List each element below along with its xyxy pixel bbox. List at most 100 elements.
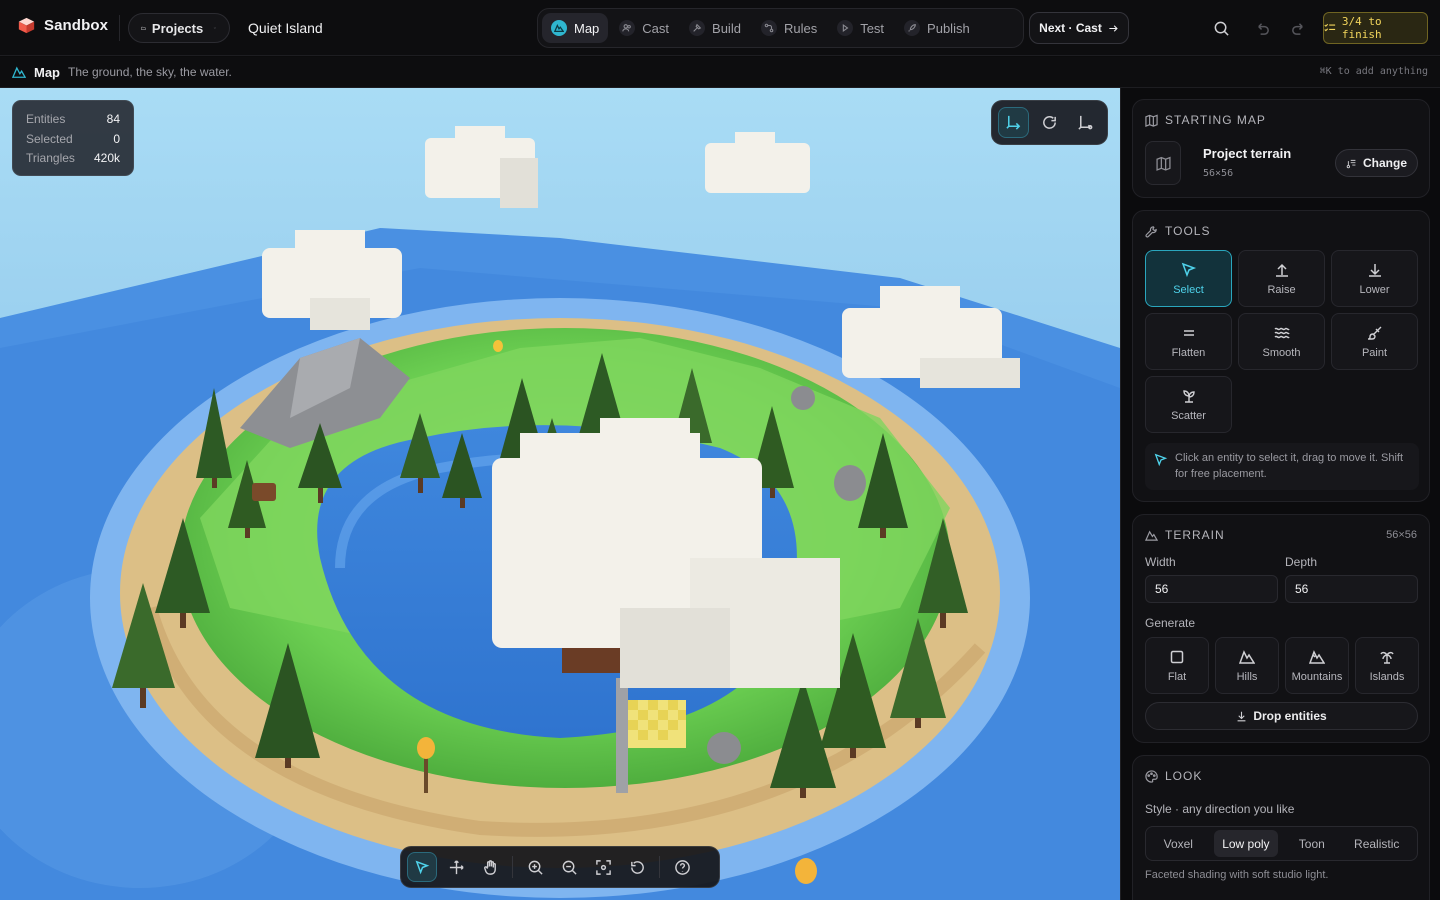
brush-icon [1367, 326, 1381, 340]
focus-button[interactable] [588, 852, 618, 882]
boulder [791, 386, 815, 410]
step-label: Test [860, 20, 885, 36]
next-step-label: Next · Cast [1039, 21, 1102, 35]
project-name[interactable]: Quiet Island [248, 20, 323, 36]
search-icon [1214, 21, 1229, 36]
swap-icon [1346, 159, 1356, 168]
tool-paint[interactable]: Paint [1331, 313, 1418, 370]
style-realistic[interactable]: Realistic [1346, 830, 1407, 857]
search-button[interactable] [1211, 18, 1231, 38]
axes-icon [1006, 115, 1021, 130]
step-rules[interactable]: Rules [752, 13, 826, 43]
equals-icon [1183, 329, 1194, 336]
zoom-out-button[interactable] [554, 852, 584, 882]
tool-smooth[interactable]: Smooth [1238, 313, 1325, 370]
pointer-icon [415, 860, 429, 874]
hammer-icon [689, 20, 706, 36]
projects-label: Projects [151, 20, 204, 36]
map-thumbnail [1145, 141, 1181, 185]
rocket-icon [904, 20, 921, 36]
folder-icon [141, 26, 146, 30]
top-bar: Sandbox Projects Quiet Island Map Cast B… [0, 0, 1440, 56]
torch-flame [417, 737, 435, 759]
step-label: Build [712, 20, 741, 36]
terrain-heading: TERRAIN [1145, 528, 1225, 542]
step-map[interactable]: Map [542, 13, 609, 43]
step-test[interactable]: Test [828, 13, 893, 43]
generate-hills[interactable]: Hills [1215, 637, 1279, 694]
tool-raise[interactable]: Raise [1238, 250, 1325, 307]
axes-alt-button[interactable] [1070, 107, 1101, 138]
style-description: Faceted shading with soft studio light. [1145, 869, 1329, 881]
drop-entities-button[interactable]: Drop entities [1145, 702, 1418, 730]
palm-icon [1380, 651, 1394, 664]
inspector-panel: STARTING MAP Project terrain 56×56 Chang… [1120, 88, 1440, 900]
generate-islands[interactable]: Islands [1355, 637, 1419, 694]
users-icon [619, 20, 636, 36]
island-scene[interactable] [0, 88, 1120, 900]
torch-flame [795, 858, 817, 884]
depth-input[interactable]: 56 [1285, 575, 1418, 603]
step-cast[interactable]: Cast [610, 13, 678, 43]
chevron-down-icon [214, 27, 217, 29]
tool-scatter[interactable]: Scatter [1145, 376, 1232, 433]
axes-button[interactable] [998, 107, 1030, 138]
move-button[interactable] [441, 852, 471, 882]
section-subbar: Map The ground, the sky, the water. ⌘K t… [0, 57, 1440, 88]
generate-flat[interactable]: Flat [1145, 637, 1209, 694]
tool-flatten[interactable]: Flatten [1145, 313, 1232, 370]
torch-flame [493, 340, 503, 352]
next-step-button[interactable]: Next · Cast [1029, 12, 1129, 44]
progress-checklist-button[interactable]: 3/4 to finish [1323, 12, 1428, 44]
style-toon[interactable]: Toon [1291, 830, 1333, 857]
help-button[interactable] [667, 852, 697, 882]
look-card: LOOK Style · any direction you like Voxe… [1132, 755, 1430, 900]
style-low-poly[interactable]: Low poly [1214, 830, 1278, 857]
starting-map-card: STARTING MAP Project terrain 56×56 Chang… [1132, 99, 1430, 198]
tool-lower[interactable]: Lower [1331, 250, 1418, 307]
reset-view-button[interactable] [622, 852, 652, 882]
palette-icon [1145, 769, 1158, 783]
square-icon [1170, 650, 1184, 663]
change-map-button[interactable]: Change [1335, 149, 1418, 177]
tool-select[interactable]: Select [1145, 250, 1232, 307]
cursor-icon [1181, 262, 1196, 277]
section-description: The ground, the sky, the water. [68, 65, 232, 79]
generate-mountains[interactable]: Mountains [1285, 637, 1349, 694]
3d-viewport[interactable]: Entities 84 Selected 0 Triangles 420k [0, 88, 1120, 900]
redo-button[interactable] [1288, 18, 1308, 38]
toolbar-divider [659, 856, 660, 878]
axes-alt-icon [1077, 115, 1093, 130]
undo-button[interactable] [1252, 18, 1272, 38]
focus-icon [595, 859, 611, 875]
tools-grid: Select Raise Lower Flatten Smooth Paint [1145, 250, 1418, 433]
style-label: Style · any direction you like [1145, 802, 1295, 816]
sprout-icon [1182, 389, 1195, 403]
generate-grid: Flat Hills Mountains Islands [1145, 637, 1419, 694]
tools-card: TOOLS Select Raise Lower Flatten Smooth [1132, 210, 1430, 502]
stat-selected: Selected 0 [26, 131, 120, 146]
rotate-button[interactable] [1034, 107, 1065, 138]
look-heading: LOOK [1145, 769, 1202, 783]
width-input[interactable]: 56 [1145, 575, 1278, 603]
boulder [834, 465, 866, 501]
step-publish[interactable]: Publish [895, 13, 979, 43]
undo-icon [1257, 22, 1269, 35]
flag-pole [616, 678, 628, 793]
workflow-steps: Map Cast Build Rules Test Publish [537, 8, 1024, 48]
command-hint: ⌘K to add anything [1319, 66, 1428, 77]
app-logo[interactable]: Sandbox [18, 17, 108, 34]
pointer-button[interactable] [407, 852, 437, 882]
width-label: Width [1145, 555, 1176, 569]
map-size: 56×56 [1203, 168, 1234, 179]
stat-triangles: Triangles 420k [26, 151, 120, 165]
map-fold-icon [1145, 114, 1158, 127]
step-build[interactable]: Build [680, 13, 750, 43]
zoom-in-button[interactable] [520, 852, 550, 882]
boulder [707, 732, 741, 764]
projects-dropdown[interactable]: Projects [128, 13, 230, 43]
pan-button[interactable] [475, 852, 505, 882]
mountains-icon [1309, 649, 1325, 664]
style-voxel[interactable]: Voxel [1156, 830, 1201, 857]
arrow-right-icon [1109, 24, 1118, 32]
